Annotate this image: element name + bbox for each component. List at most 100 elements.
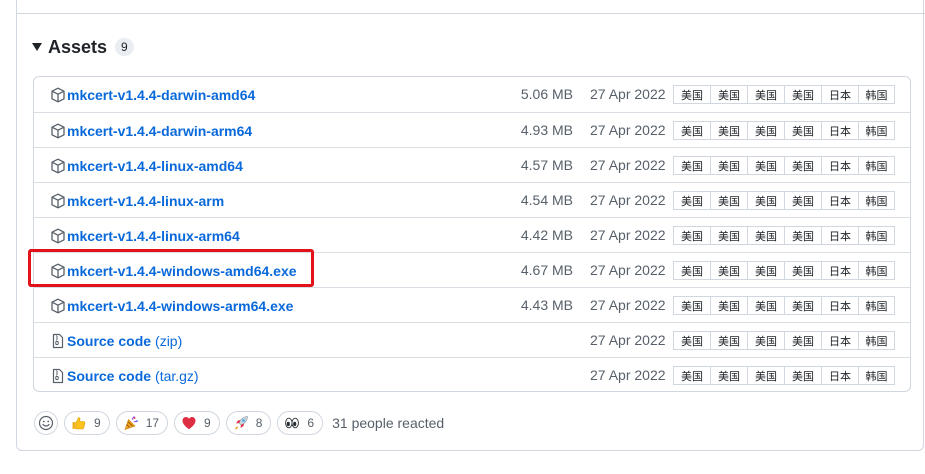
tag-jp[interactable]: 日本 — [821, 331, 859, 350]
tag-jp[interactable]: 日本 — [821, 261, 859, 280]
tag-kr[interactable]: 韩国 — [858, 261, 895, 280]
tag-us[interactable]: 美国 — [747, 85, 785, 104]
tag-jp[interactable]: 日本 — [821, 121, 859, 140]
tag-us[interactable]: 美国 — [747, 226, 785, 245]
tag-jp[interactable]: 日本 — [821, 85, 859, 104]
tag-us[interactable]: 美国 — [673, 331, 711, 350]
tag-us[interactable]: 美国 — [747, 331, 785, 350]
asset-row: mkcert-v1.4.4-darwin-arm64 4.93 MB 27 Ap… — [34, 112, 910, 148]
asset-date: 27 Apr 2022 — [590, 122, 666, 138]
asset-row-source: Source code (zip) 27 Apr 2022 美国 美国 美国 美… — [34, 322, 910, 358]
tag-jp[interactable]: 日本 — [821, 156, 859, 175]
reaction-eyes[interactable]: 6 — [277, 411, 324, 435]
tag-us[interactable]: 美国 — [710, 331, 748, 350]
asset-size: 4.57 MB — [520, 157, 573, 173]
tag-us[interactable]: 美国 — [710, 156, 748, 175]
tag-jp[interactable]: 日本 — [821, 296, 859, 315]
tag-us[interactable]: 美国 — [673, 366, 711, 385]
reaction-heart[interactable]: 9 — [174, 411, 220, 435]
source-code-link[interactable]: Source code — [67, 333, 151, 349]
package-icon — [50, 298, 66, 314]
add-reaction-button[interactable] — [34, 411, 58, 435]
asset-link[interactable]: mkcert-v1.4.4-linux-arm — [67, 193, 224, 209]
asset-date: 27 Apr 2022 — [590, 297, 666, 313]
tag-kr[interactable]: 韩国 — [858, 366, 895, 385]
tag-us[interactable]: 美国 — [710, 366, 748, 385]
asset-row: mkcert-v1.4.4-linux-amd64 4.57 MB 27 Apr… — [34, 147, 910, 183]
tag-kr[interactable]: 韩国 — [858, 296, 895, 315]
tag-kr[interactable]: 韩国 — [858, 191, 895, 210]
tag-kr[interactable]: 韩国 — [858, 85, 895, 104]
tag-kr[interactable]: 韩国 — [858, 226, 895, 245]
asset-link[interactable]: mkcert-v1.4.4-linux-amd64 — [67, 158, 243, 174]
tag-us[interactable]: 美国 — [710, 191, 748, 210]
tag-us[interactable]: 美国 — [784, 261, 822, 280]
tag-kr[interactable]: 韩国 — [858, 121, 895, 140]
tag-us[interactable]: 美国 — [784, 331, 822, 350]
tag-us[interactable]: 美国 — [784, 226, 822, 245]
tag-group: 美国 美国 美国 美国 日本 韩国 — [673, 156, 895, 175]
tag-us[interactable]: 美国 — [673, 156, 711, 175]
tag-group: 美国 美国 美国 美国 日本 韩国 — [673, 121, 895, 140]
tag-jp[interactable]: 日本 — [821, 366, 859, 385]
tag-us[interactable]: 美国 — [673, 261, 711, 280]
tag-us[interactable]: 美国 — [784, 121, 822, 140]
tag-us[interactable]: 美国 — [747, 366, 785, 385]
assets-title: Assets — [48, 36, 108, 57]
rocket-icon — [233, 415, 249, 431]
asset-link[interactable]: mkcert-v1.4.4-darwin-arm64 — [67, 123, 252, 139]
tag-us[interactable]: 美国 — [747, 261, 785, 280]
tag-us[interactable]: 美国 — [710, 85, 748, 104]
reaction-hooray[interactable]: 17 — [115, 411, 169, 435]
file-zip-icon — [50, 333, 66, 349]
source-code-link[interactable]: Source code — [67, 368, 151, 384]
asset-date: 27 Apr 2022 — [590, 157, 666, 173]
tag-us[interactable]: 美国 — [673, 226, 711, 245]
tag-us[interactable]: 美国 — [747, 296, 785, 315]
tag-us[interactable]: 美国 — [747, 156, 785, 175]
heart-icon — [181, 415, 197, 431]
tag-group: 美国 美国 美国 美国 日本 韩国 — [673, 85, 895, 104]
tag-kr[interactable]: 韩国 — [858, 156, 895, 175]
tag-us[interactable]: 美国 — [673, 191, 711, 210]
triangle-down-icon[interactable] — [32, 43, 42, 51]
tag-us[interactable]: 美国 — [710, 261, 748, 280]
tag-us[interactable]: 美国 — [747, 191, 785, 210]
tag-us[interactable]: 美国 — [784, 366, 822, 385]
tag-us[interactable]: 美国 — [710, 121, 748, 140]
asset-date: 27 Apr 2022 — [590, 86, 666, 102]
asset-date: 27 Apr 2022 — [590, 332, 666, 348]
assets-header[interactable]: Assets 9 — [32, 35, 134, 59]
asset-link[interactable]: mkcert-v1.4.4-linux-arm64 — [67, 228, 240, 244]
tag-us[interactable]: 美国 — [710, 226, 748, 245]
tag-jp[interactable]: 日本 — [821, 191, 859, 210]
asset-size: 4.93 MB — [520, 122, 573, 138]
tag-us[interactable]: 美国 — [784, 85, 822, 104]
tag-us[interactable]: 美国 — [784, 296, 822, 315]
reaction-count: 6 — [307, 416, 315, 430]
source-code-format[interactable]: (zip) — [155, 333, 182, 349]
reaction-thumbs-up[interactable]: 9 — [64, 411, 110, 435]
tag-group: 美国 美国 美国 美国 日本 韩国 — [673, 191, 895, 210]
asset-link[interactable]: mkcert-v1.4.4-darwin-amd64 — [67, 87, 255, 103]
reaction-rocket[interactable]: 8 — [225, 411, 272, 435]
smiley-icon — [38, 415, 54, 431]
tag-group: 美国 美国 美国 美国 日本 韩国 — [673, 296, 895, 315]
asset-size: 4.67 MB — [520, 262, 573, 278]
package-icon — [50, 193, 66, 209]
tag-us[interactable]: 美国 — [784, 191, 822, 210]
tag-us[interactable]: 美国 — [747, 121, 785, 140]
asset-date: 27 Apr 2022 — [590, 227, 666, 243]
tag-us[interactable]: 美国 — [673, 85, 711, 104]
tag-us[interactable]: 美国 — [784, 156, 822, 175]
tag-us[interactable]: 美国 — [673, 121, 711, 140]
tag-kr[interactable]: 韩国 — [858, 331, 895, 350]
asset-row: mkcert-v1.4.4-linux-arm 4.54 MB 27 Apr 2… — [34, 182, 910, 218]
tag-us[interactable]: 美国 — [673, 296, 711, 315]
tag-jp[interactable]: 日本 — [821, 226, 859, 245]
asset-row-source: Source code (tar.gz) 27 Apr 2022 美国 美国 美… — [34, 357, 910, 393]
tag-us[interactable]: 美国 — [710, 296, 748, 315]
reactions-summary: 31 people reacted — [332, 415, 445, 431]
source-code-format[interactable]: (tar.gz) — [155, 368, 199, 384]
asset-link[interactable]: mkcert-v1.4.4-windows-arm64.exe — [67, 298, 293, 314]
